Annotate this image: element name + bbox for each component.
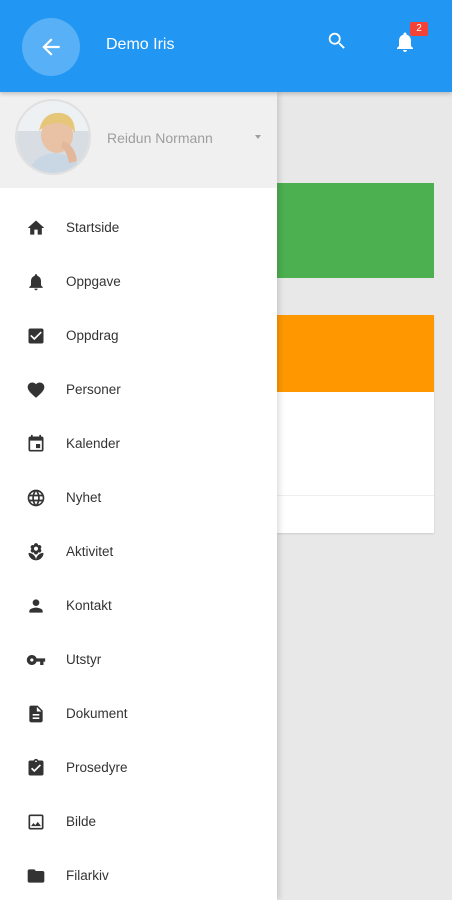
- heart-icon: [27, 382, 45, 398]
- menu-item-label: Kalender: [66, 436, 121, 451]
- user-photo: [17, 101, 89, 173]
- menu-item-label: Bilde: [66, 814, 97, 829]
- avatar[interactable]: [15, 99, 91, 175]
- menu-item-prosedyre[interactable]: Prosedyre: [0, 743, 277, 797]
- search-button[interactable]: [326, 30, 350, 54]
- menu-item-label: Utstyr: [66, 652, 102, 667]
- menu-item-label: Oppdrag: [66, 328, 119, 343]
- drawer-header[interactable]: Reidun Normann: [0, 92, 277, 188]
- menu-item-label: Aktivitet: [66, 544, 114, 559]
- notification-badge: 2: [410, 22, 428, 36]
- search-icon: [328, 32, 345, 49]
- menu-item-oppgave[interactable]: Oppgave: [0, 257, 277, 311]
- person-icon: [29, 599, 43, 613]
- back-button[interactable]: [22, 18, 80, 76]
- account-dropdown-icon[interactable]: [255, 135, 261, 139]
- home-icon: [27, 220, 45, 235]
- menu-item-label: Filarkiv: [66, 868, 109, 883]
- menu-item-startside[interactable]: Startside: [0, 203, 277, 257]
- app-title: Demo Iris: [106, 36, 175, 53]
- menu-item-label: Kontakt: [66, 598, 112, 613]
- user-name: Reidun Normann: [107, 130, 213, 146]
- bell-icon: [29, 274, 43, 291]
- menu-item-utstyr[interactable]: Utstyr: [0, 635, 277, 689]
- arrow-back-icon: [42, 38, 60, 56]
- menu-item-filarkiv[interactable]: Filarkiv: [0, 851, 277, 900]
- menu-item-dokument[interactable]: Dokument: [0, 689, 277, 743]
- menu-item-bilde[interactable]: Bilde: [0, 797, 277, 851]
- menu-item-aktivitet[interactable]: Aktivitet: [0, 527, 277, 581]
- menu-item-personer[interactable]: Personer: [0, 365, 277, 419]
- image-icon: [28, 814, 44, 830]
- checkbox-icon: [28, 328, 44, 344]
- globe-icon: [27, 489, 45, 507]
- menu-item-label: Prosedyre: [66, 760, 128, 775]
- key-icon: [26, 655, 46, 665]
- menu-item-label: Personer: [66, 382, 121, 397]
- app-bar: Demo Iris 2: [0, 0, 452, 92]
- menu-item-nyhet[interactable]: Nyhet: [0, 473, 277, 527]
- activity-icon: [28, 543, 44, 561]
- menu-item-kalender[interactable]: Kalender: [0, 419, 277, 473]
- clipboard-check-icon: [28, 758, 44, 776]
- menu-item-label: Startside: [66, 220, 120, 235]
- menu-item-label: Dokument: [66, 706, 128, 721]
- menu-item-oppdrag[interactable]: Oppdrag: [0, 311, 277, 365]
- folder-icon: [27, 869, 45, 883]
- document-icon: [29, 705, 43, 723]
- calendar-icon: [28, 434, 44, 452]
- navigation-drawer: Reidun Normann Startside Oppgave Oppdrag…: [0, 92, 277, 900]
- drawer-menu: Startside Oppgave Oppdrag Personer Kalen…: [0, 203, 277, 900]
- menu-item-label: Nyhet: [66, 490, 102, 505]
- menu-item-kontakt[interactable]: Kontakt: [0, 581, 277, 635]
- menu-item-label: Oppgave: [66, 274, 121, 289]
